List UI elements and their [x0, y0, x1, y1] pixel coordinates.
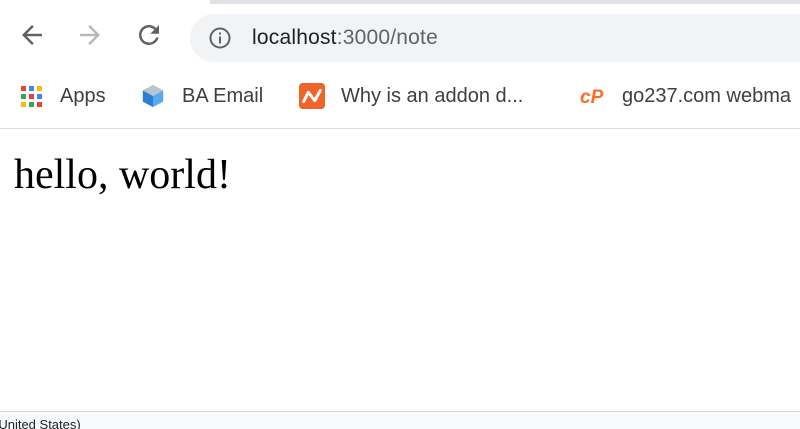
- reload-icon: [138, 24, 159, 45]
- apps-grid-dot: [28, 101, 34, 107]
- apps-grid-dot: [36, 93, 42, 99]
- status-text: (United States): [0, 417, 81, 429]
- apps-grid-dot: [20, 101, 26, 107]
- bookmark-ba-email[interactable]: BA Email: [140, 82, 263, 110]
- url-host: localhost: [252, 26, 337, 49]
- ba-cube-icon: [140, 83, 166, 109]
- page-body-text: hello, world!: [14, 152, 231, 198]
- apps-grid-dot: [36, 101, 42, 107]
- browser-toolbar: localhost:3000/note: [0, 4, 800, 70]
- bookmark-label: Why is an addon d...: [341, 85, 524, 107]
- svg-text:cP: cP: [580, 87, 604, 108]
- bookmarks-bar: Apps BA Email Why is an addon d... cP go…: [0, 70, 800, 129]
- bookmark-label: BA Email: [182, 85, 264, 107]
- apps-grid-dot: [20, 85, 26, 91]
- addon-n-icon: [299, 83, 325, 109]
- back-button[interactable]: [15, 18, 49, 52]
- bookmark-label: go237.com webma: [622, 85, 791, 107]
- reload-button[interactable]: [132, 18, 166, 52]
- page-content: hello, world!: [0, 129, 800, 411]
- arrow-right-icon: [80, 25, 100, 45]
- bookmark-apps[interactable]: Apps: [18, 82, 106, 110]
- forward-button[interactable]: [73, 18, 107, 52]
- url-path: :3000/note: [336, 26, 438, 49]
- bookmark-go237[interactable]: cP go237.com webma: [580, 82, 791, 110]
- url-text[interactable]: localhost:3000/note: [252, 26, 438, 50]
- address-bar[interactable]: localhost:3000/note: [190, 14, 800, 62]
- arrow-left-icon: [22, 25, 42, 45]
- apps-grid-dot: [36, 85, 42, 91]
- browser-window: localhost:3000/note Apps BA Email Why is…: [0, 0, 800, 429]
- apps-grid-dot: [28, 85, 34, 91]
- bookmark-label: Apps: [60, 85, 106, 107]
- apps-grid-icon: [18, 83, 44, 109]
- bookmark-addon[interactable]: Why is an addon d...: [299, 82, 523, 110]
- info-icon[interactable]: [208, 26, 232, 50]
- apps-grid-dot: [28, 93, 34, 99]
- apps-grid-dot: [20, 93, 26, 99]
- cpanel-icon: cP: [580, 83, 606, 109]
- status-bar: (United States): [0, 411, 800, 429]
